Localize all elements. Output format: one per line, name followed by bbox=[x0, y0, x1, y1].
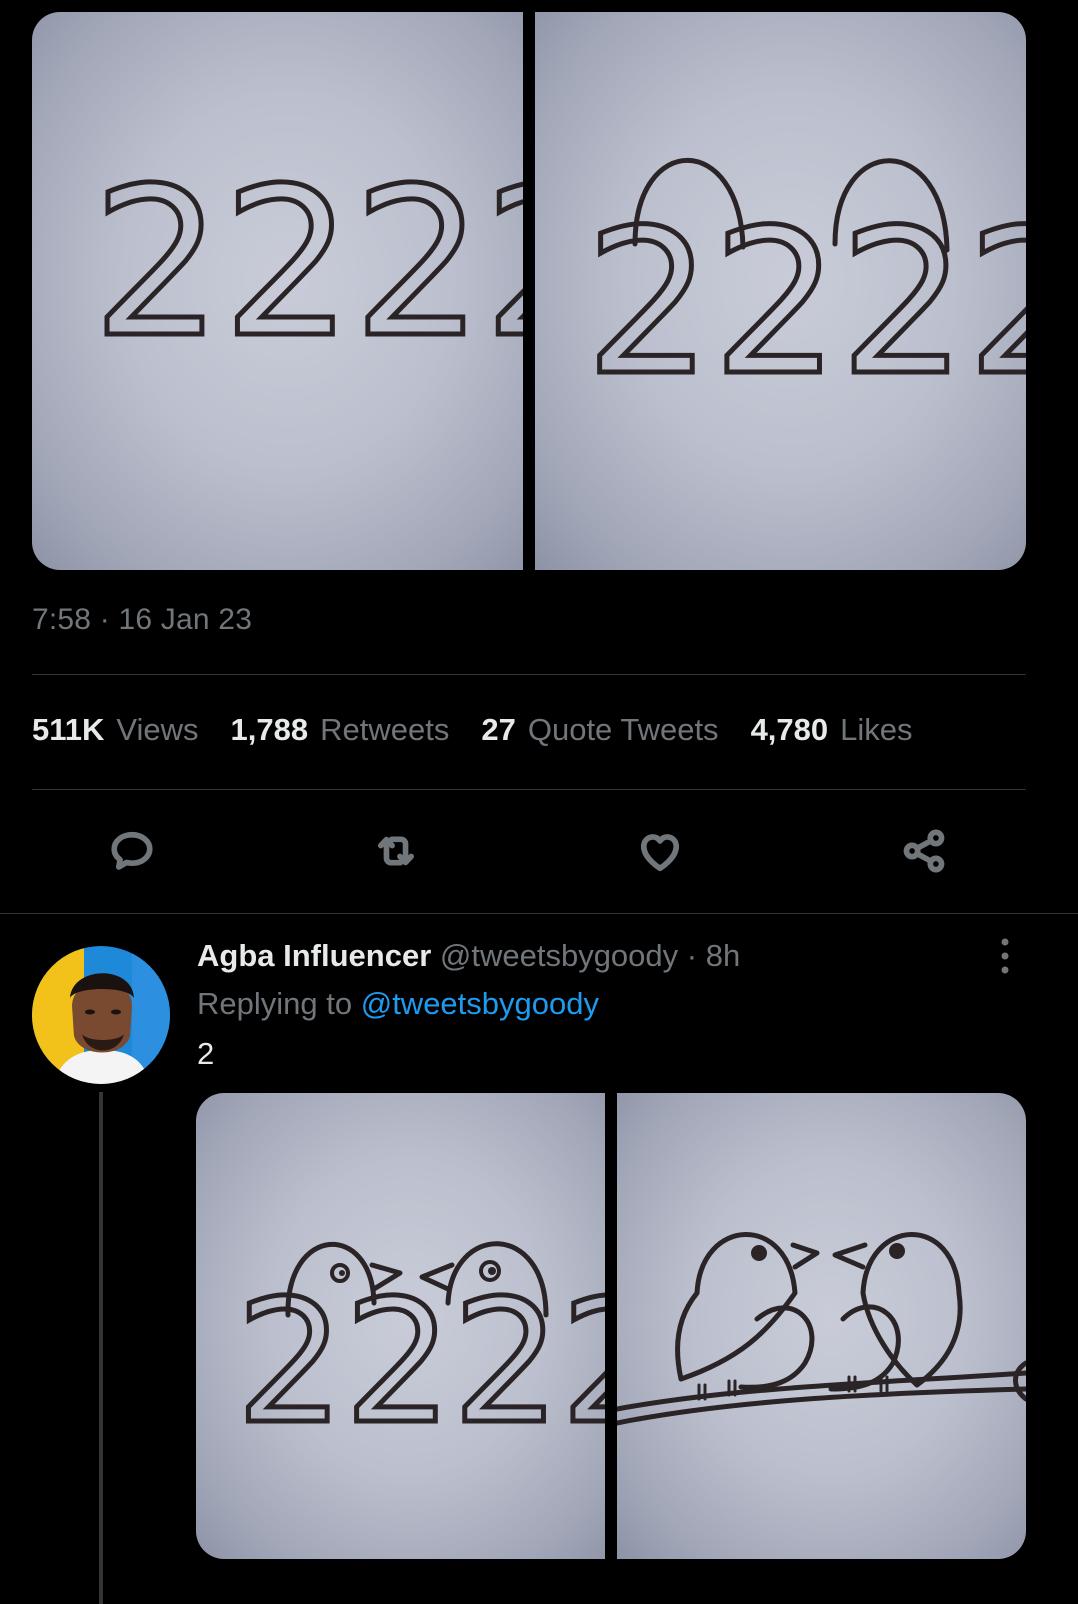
replying-to-prefix: Replying to bbox=[197, 986, 353, 1021]
reply-text: 2 bbox=[197, 1036, 215, 1071]
bird-beak-right bbox=[832, 1242, 868, 1270]
tweet-stats: 511K Views 1,788 Retweets 27 Quote Tweet… bbox=[32, 712, 945, 748]
views-stat: 511K Views bbox=[32, 712, 199, 748]
views-label: Views bbox=[116, 712, 199, 747]
handwritten-2222-bird-start-drawing: 2222 bbox=[583, 158, 1026, 423]
retweets-stat[interactable]: 1,788 Retweets bbox=[231, 712, 450, 748]
branch-tip bbox=[1013, 1360, 1026, 1402]
reply-age[interactable]: 8h bbox=[706, 938, 740, 973]
like-icon bbox=[640, 834, 680, 872]
handwritten-digits: 2222 bbox=[585, 187, 1026, 420]
likes-label: Likes bbox=[840, 712, 913, 747]
likes-stat[interactable]: 4,780 Likes bbox=[751, 712, 913, 748]
avatar[interactable] bbox=[32, 946, 170, 1084]
divider-bottom bbox=[0, 913, 1078, 914]
divider-top bbox=[32, 674, 1026, 675]
quote-tweets-label: Quote Tweets bbox=[527, 712, 719, 747]
views-count: 511K bbox=[32, 712, 105, 747]
share-button[interactable] bbox=[892, 819, 956, 883]
replying-to: Replying to @tweetsbygoody bbox=[197, 986, 599, 1022]
tweet-image-2[interactable]: 2222 bbox=[535, 12, 1026, 570]
more-options-icon[interactable] bbox=[990, 936, 1020, 976]
branch-bottom bbox=[617, 1386, 1026, 1426]
retweet-icon bbox=[378, 836, 414, 866]
reply-image-1[interactable]: 2222 bbox=[196, 1093, 605, 1559]
tweet-time: 7:58 bbox=[32, 603, 92, 636]
profile-portrait bbox=[32, 946, 170, 1084]
like-button[interactable] bbox=[628, 819, 692, 883]
quote-tweets-stat[interactable]: 27 Quote Tweets bbox=[481, 712, 718, 748]
reply-icon bbox=[111, 831, 153, 870]
quote-tweets-count: 27 bbox=[481, 712, 516, 747]
reply-author-handle[interactable]: @tweetsbygoody bbox=[440, 938, 678, 973]
retweets-count: 1,788 bbox=[230, 712, 309, 747]
tweet-image-1[interactable]: 2222 bbox=[32, 12, 523, 570]
reply-image-2[interactable] bbox=[617, 1093, 1026, 1559]
bird-beak-left bbox=[790, 1242, 820, 1270]
reply-header-separator: · bbox=[686, 938, 698, 973]
likes-count: 4,780 bbox=[750, 712, 829, 747]
timestamp-separator: · bbox=[99, 603, 110, 636]
tweet-date: 16 Jan 23 bbox=[118, 603, 253, 636]
tweet-timestamp[interactable]: 7:58 · 16 Jan 23 bbox=[32, 603, 252, 637]
replying-to-mention[interactable]: @tweetsbygoody bbox=[361, 986, 599, 1021]
reply-author-name[interactable]: Agba Influencer bbox=[197, 938, 431, 973]
handwritten-2222-drawing: 2222 bbox=[90, 143, 524, 386]
reply-header: Agba Influencer @tweetsbygoody · 8h bbox=[197, 938, 740, 974]
reply-button[interactable] bbox=[100, 819, 164, 883]
divider-middle bbox=[32, 789, 1026, 790]
handwritten-2222-birds-drawing: 2222 bbox=[234, 1241, 605, 1465]
retweets-label: Retweets bbox=[320, 712, 450, 747]
handwritten-digits: 2222 bbox=[92, 145, 523, 383]
share-icon bbox=[903, 829, 945, 873]
birds-on-branch-drawing bbox=[617, 1232, 1026, 1426]
thread-line bbox=[99, 1092, 103, 1604]
retweet-button[interactable] bbox=[364, 819, 428, 883]
